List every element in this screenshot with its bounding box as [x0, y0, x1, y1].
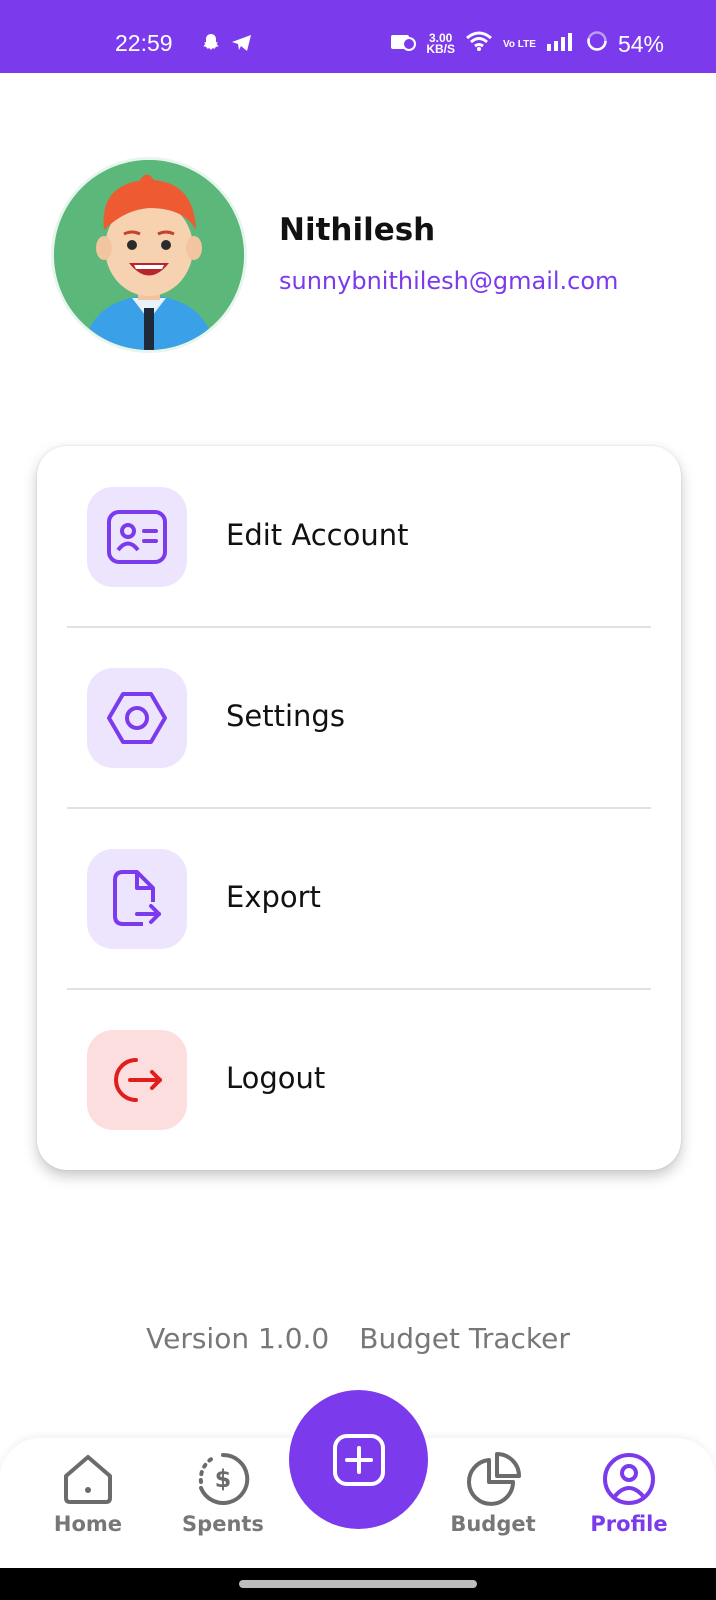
- battery-icon: [586, 30, 608, 58]
- profile-name: Nithilesh: [279, 212, 436, 248]
- home-indicator[interactable]: [239, 1580, 477, 1588]
- status-time: 22:59: [115, 30, 173, 56]
- status-bar: 22:59 3.00 KB/S Vo LTE 54%: [0, 0, 716, 73]
- nav-spents[interactable]: $ Spents: [163, 1452, 283, 1536]
- menu-label-edit-account: Edit Account: [226, 518, 409, 552]
- add-transaction-button[interactable]: [289, 1390, 428, 1529]
- profile-email: sunnybnithilesh@gmail.com: [279, 267, 619, 295]
- wifi-icon: [465, 30, 493, 58]
- plus-square-icon: [332, 1433, 385, 1486]
- menu-label-logout: Logout: [226, 1061, 326, 1095]
- volte-badge: Vo LTE: [502, 38, 536, 50]
- nav-label-budget: Budget: [450, 1512, 536, 1536]
- menu-item-logout[interactable]: Logout: [37, 989, 681, 1170]
- menu-item-settings[interactable]: Settings: [37, 627, 681, 808]
- avatar: [51, 157, 247, 353]
- nav-profile[interactable]: Profile: [569, 1452, 689, 1536]
- menu-label-export: Export: [226, 880, 321, 914]
- nav-label-profile: Profile: [590, 1512, 668, 1536]
- cartoon-boy-avatar-icon: [54, 160, 244, 350]
- svg-text:$: $: [215, 1465, 232, 1493]
- telegram-icon: [230, 32, 254, 59]
- dollar-cycle-icon: $: [198, 1452, 250, 1505]
- file-export-icon: [87, 849, 187, 949]
- nav-label-spents: Spents: [182, 1512, 264, 1536]
- menu-item-edit-account[interactable]: Edit Account: [37, 446, 681, 627]
- user-circle-icon: [603, 1453, 655, 1505]
- nav-label-home: Home: [53, 1512, 123, 1536]
- nav-budget[interactable]: Budget: [433, 1452, 553, 1536]
- logout-icon: [87, 1030, 187, 1130]
- menu-label-settings: Settings: [226, 699, 345, 733]
- snapchat-icon: [200, 32, 222, 59]
- data-saver-icon: [390, 31, 417, 58]
- version-text: Version 1.0.0: [146, 1322, 330, 1355]
- app-name: Budget Tracker: [359, 1322, 570, 1355]
- status-right: 3.00 KB/S Vo LTE 54%: [390, 30, 664, 58]
- profile-menu-card: Edit Account Settings Export Logout: [37, 446, 681, 1170]
- home-icon: [64, 1455, 112, 1504]
- net-speed-unit: KB/S: [426, 42, 455, 56]
- net-speed: 3.00 KB/S: [426, 32, 455, 56]
- pie-chart-icon: [467, 1452, 521, 1506]
- hexagon-gear-icon: [87, 668, 187, 768]
- id-card-icon: [87, 487, 187, 587]
- signal-icon: [546, 31, 576, 58]
- menu-item-export[interactable]: Export: [37, 808, 681, 989]
- nav-home[interactable]: Home: [28, 1452, 148, 1536]
- version-info: Version 1.0.0 Budget Tracker: [0, 1322, 716, 1355]
- battery-percent: 54%: [617, 30, 664, 57]
